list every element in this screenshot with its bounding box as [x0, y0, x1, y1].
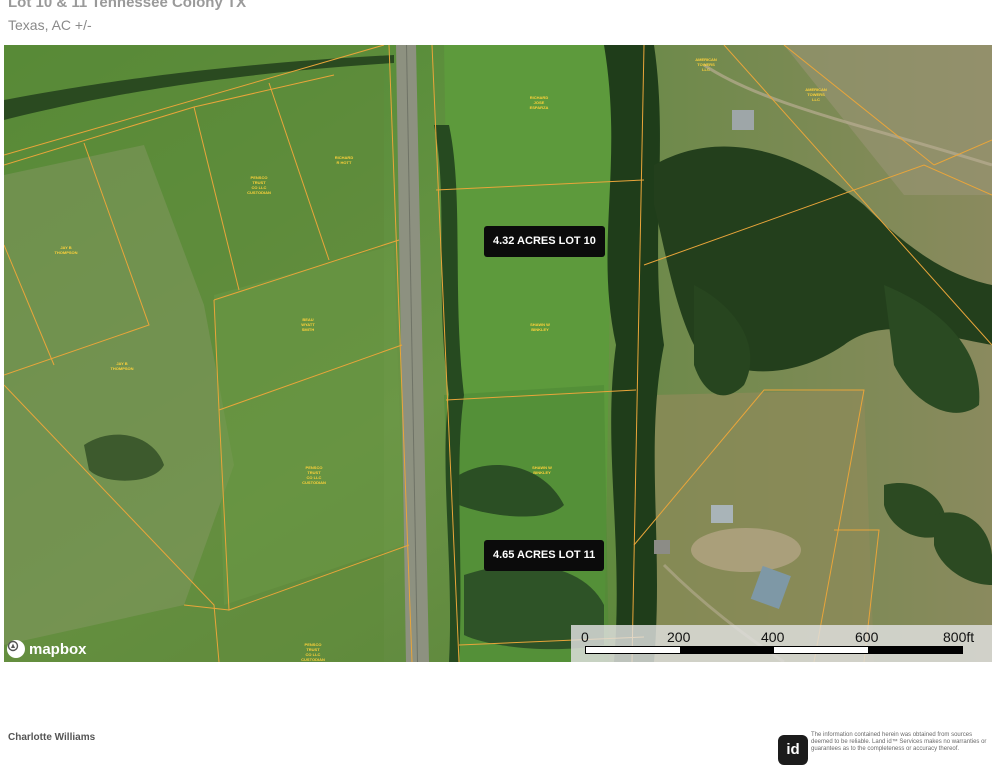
mapbox-wordmark: mapbox	[29, 640, 87, 658]
owner-label: SHAWN W BINKLEY	[532, 465, 552, 475]
scale-bar-graphic	[585, 646, 963, 654]
owner-label: PENSCO TRUST CO LLC CUSTODIAN	[247, 175, 271, 195]
page: Lot 10 & 11 Tennessee Colony TX Texas, A…	[0, 0, 994, 768]
scale-tick: 0	[581, 629, 589, 645]
land-id-logo: id	[778, 735, 808, 765]
owner-label: RICHARD JOSE ESPARZA	[529, 95, 549, 110]
scale-tick: 800ft	[943, 629, 975, 645]
scale-tick: 600	[855, 629, 879, 645]
owner-label: RICHARD R HOTT	[334, 155, 354, 165]
owner-label: JAY B THOMPSON	[54, 245, 78, 255]
disclaimer-text: The information contained herein was obt…	[811, 732, 987, 752]
scale-segment	[868, 647, 962, 653]
lot-label-10[interactable]: 4.32 ACRES LOT 10	[484, 226, 605, 257]
mapbox-icon	[7, 640, 25, 658]
owner-label: PENSCO TRUST CO LLC CUSTODIAN	[301, 642, 325, 662]
owner-label: AMERICAN TOWERS LLC	[805, 87, 827, 102]
owner-label: SHAWN W BINKLEY	[530, 322, 550, 332]
scale-tick: 400	[761, 629, 785, 645]
owner-label: JAY B THOMPSON	[110, 361, 134, 371]
satellite-map[interactable]: RICHARD JOSE ESPARZA AMERICAN TOWERS LLC…	[4, 45, 992, 662]
scale-tick: 200	[667, 629, 691, 645]
mapbox-attribution[interactable]: mapbox	[7, 640, 87, 658]
owner-label: AMERICAN TOWERS LLC	[695, 57, 717, 72]
page-title: Lot 10 & 11 Tennessee Colony TX	[8, 0, 247, 11]
scale-segment	[680, 647, 774, 653]
lot-label-11[interactable]: 4.65 ACRES LOT 11	[484, 540, 605, 571]
page-subtitle: Texas, AC +/-	[8, 17, 92, 33]
agent-name: Charlotte Williams	[8, 732, 96, 743]
owner-label: BEAU WYATT SMITH	[301, 317, 315, 332]
owner-label: PENSCO TRUST CO LLC CUSTODIAN	[302, 465, 326, 485]
scale-bar: 0 200 400 600 800ft	[571, 625, 992, 662]
